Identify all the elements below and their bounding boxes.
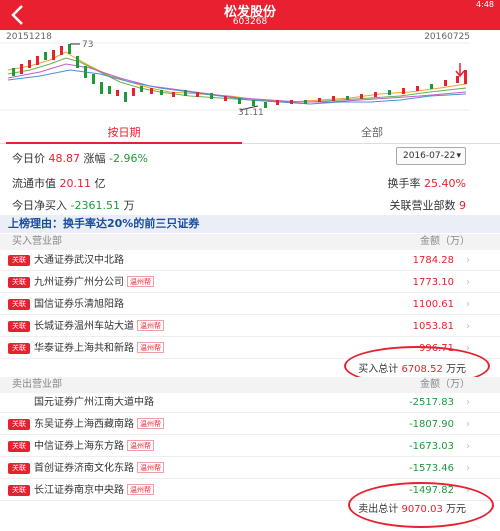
- kline-chart[interactable]: 20151218 20160725 73 31.11: [0, 30, 500, 120]
- related-badge: 关联: [8, 277, 30, 288]
- amount-value: 1100.61: [412, 299, 454, 310]
- chevron-right-icon: ›: [466, 299, 470, 310]
- tab-all[interactable]: 全部: [250, 122, 494, 144]
- related-badge: 关联: [8, 463, 30, 474]
- related-label: 关联营业部数: [389, 199, 456, 212]
- net-buy-label: 今日净买入: [12, 199, 67, 212]
- buy-row[interactable]: 关联 长城证券温州车站大道 温州帮 1053.81 ›: [0, 316, 500, 337]
- amount-value: -1573.46: [409, 463, 454, 474]
- kline-svg: [0, 42, 470, 111]
- chevron-right-icon: ›: [466, 277, 470, 288]
- chevron-right-icon: ›: [466, 441, 470, 452]
- buy-row[interactable]: 关联 国信证券乐清旭阳路 1100.61 ›: [0, 294, 500, 315]
- sell-section-header: 卖出营业部 金额（万）: [0, 377, 500, 393]
- branch-name: 首创证券济南文化东路 温州帮: [34, 458, 164, 479]
- listing-reason: 上榜理由：换手率达20%的前三只证券: [0, 215, 500, 233]
- amount-value: -2517.83: [409, 397, 454, 408]
- group-tag: 温州帮: [127, 276, 154, 287]
- branch-name: 东吴证券上海西藏南路 温州帮: [34, 414, 164, 435]
- chart-high-label: 73: [82, 40, 94, 50]
- chevron-right-icon: ›: [466, 397, 470, 408]
- related-badge: 关联: [8, 485, 30, 496]
- status-time: 4:48: [476, 0, 494, 9]
- amount-value: 1784.28: [412, 255, 454, 266]
- turnover-label: 换手率: [387, 177, 421, 190]
- related-value: 9: [459, 199, 466, 212]
- today-price-label: 今日价: [12, 152, 45, 165]
- chevron-right-icon: ›: [466, 419, 470, 430]
- turnover-value: 25.40%: [424, 177, 466, 190]
- market-cap-label: 流通市值: [12, 177, 56, 190]
- amount-value: 1773.10: [412, 277, 454, 288]
- buy-row[interactable]: 关联 九州证券广州分公司 温州帮 1773.10 ›: [0, 272, 500, 293]
- related-badge: 关联: [8, 299, 30, 310]
- related-badge: 关联: [8, 419, 30, 430]
- branch-name: 华泰证券上海共和新路 温州帮: [34, 338, 164, 359]
- date-select[interactable]: 2016-07-22 ▾: [396, 147, 466, 165]
- date-value: 2016-07-22: [403, 151, 456, 161]
- sell-row[interactable]: 关联 中信证券上海东方路 温州帮 -1673.03 ›: [0, 436, 500, 457]
- branch-name: 中信证券上海东方路 温州帮: [34, 436, 154, 457]
- amount-value: -1807.90: [409, 419, 454, 430]
- amount-value: 1053.81: [412, 321, 454, 332]
- branch-name: 大通证券武汉中北路: [34, 255, 124, 266]
- chevron-right-icon: ›: [466, 463, 470, 474]
- branch-name: 长城证券温州车站大道 温州帮: [34, 316, 164, 337]
- change-value: -2.96%: [109, 152, 148, 165]
- date-tabs: 按日期 全部: [0, 122, 500, 144]
- branch-name: 九州证券广州分公司 温州帮: [34, 272, 154, 293]
- amount-value: -1673.03: [409, 441, 454, 452]
- net-buy-unit: 万: [123, 199, 135, 212]
- buy-section-header: 买入营业部 金额（万）: [0, 234, 500, 250]
- tab-by-date[interactable]: 按日期: [6, 122, 242, 144]
- branch-name: 国元证券广州江南大道中路: [34, 397, 154, 408]
- chevron-down-icon: ▾: [456, 151, 461, 161]
- related-badge: 关联: [8, 441, 30, 452]
- sell-row[interactable]: 关联 东吴证券上海西藏南路 温州帮 -1807.90 ›: [0, 414, 500, 435]
- related-badge: 关联: [8, 321, 30, 332]
- sell-row[interactable]: 国元证券广州江南大道中路 -2517.83 ›: [0, 392, 500, 413]
- buy-header-right: 金额（万）: [420, 236, 470, 247]
- chevron-right-icon: ›: [466, 255, 470, 266]
- sell-row[interactable]: 关联 首创证券济南文化东路 温州帮 -1573.46 ›: [0, 458, 500, 479]
- buy-row[interactable]: 关联 大通证券武汉中北路 1784.28 ›: [0, 250, 500, 271]
- sell-header-left: 卖出营业部: [12, 379, 62, 390]
- app-header: 松发股份 603268 4:48: [0, 0, 500, 30]
- stock-code: 603268: [232, 17, 268, 27]
- market-cap-unit: 亿: [94, 177, 106, 190]
- group-tag: 温州帮: [137, 320, 164, 331]
- today-price: 48.87: [48, 152, 81, 165]
- chevron-right-icon: ›: [466, 321, 470, 332]
- sell-total-highlight: [348, 482, 494, 528]
- market-cap-value: 20.11: [59, 177, 92, 190]
- group-tag: 温州帮: [137, 342, 164, 353]
- group-tag: 温州帮: [127, 440, 154, 451]
- group-tag: 温州帮: [137, 462, 164, 473]
- branch-name: 国信证券乐清旭阳路: [34, 299, 124, 310]
- chart-low-label: 31.11: [238, 108, 264, 118]
- group-tag: 温州帮: [137, 418, 164, 429]
- change-label: 涨幅: [83, 152, 106, 165]
- related-badge: 关联: [8, 255, 30, 266]
- buy-header-left: 买入营业部: [12, 236, 62, 247]
- net-buy-value: -2361.51: [70, 199, 120, 212]
- sell-header-right: 金额（万）: [420, 379, 470, 390]
- group-tag: 温州帮: [127, 484, 154, 495]
- related-badge: 关联: [8, 343, 30, 354]
- branch-name: 长江证券南京中央路 温州帮: [34, 480, 154, 501]
